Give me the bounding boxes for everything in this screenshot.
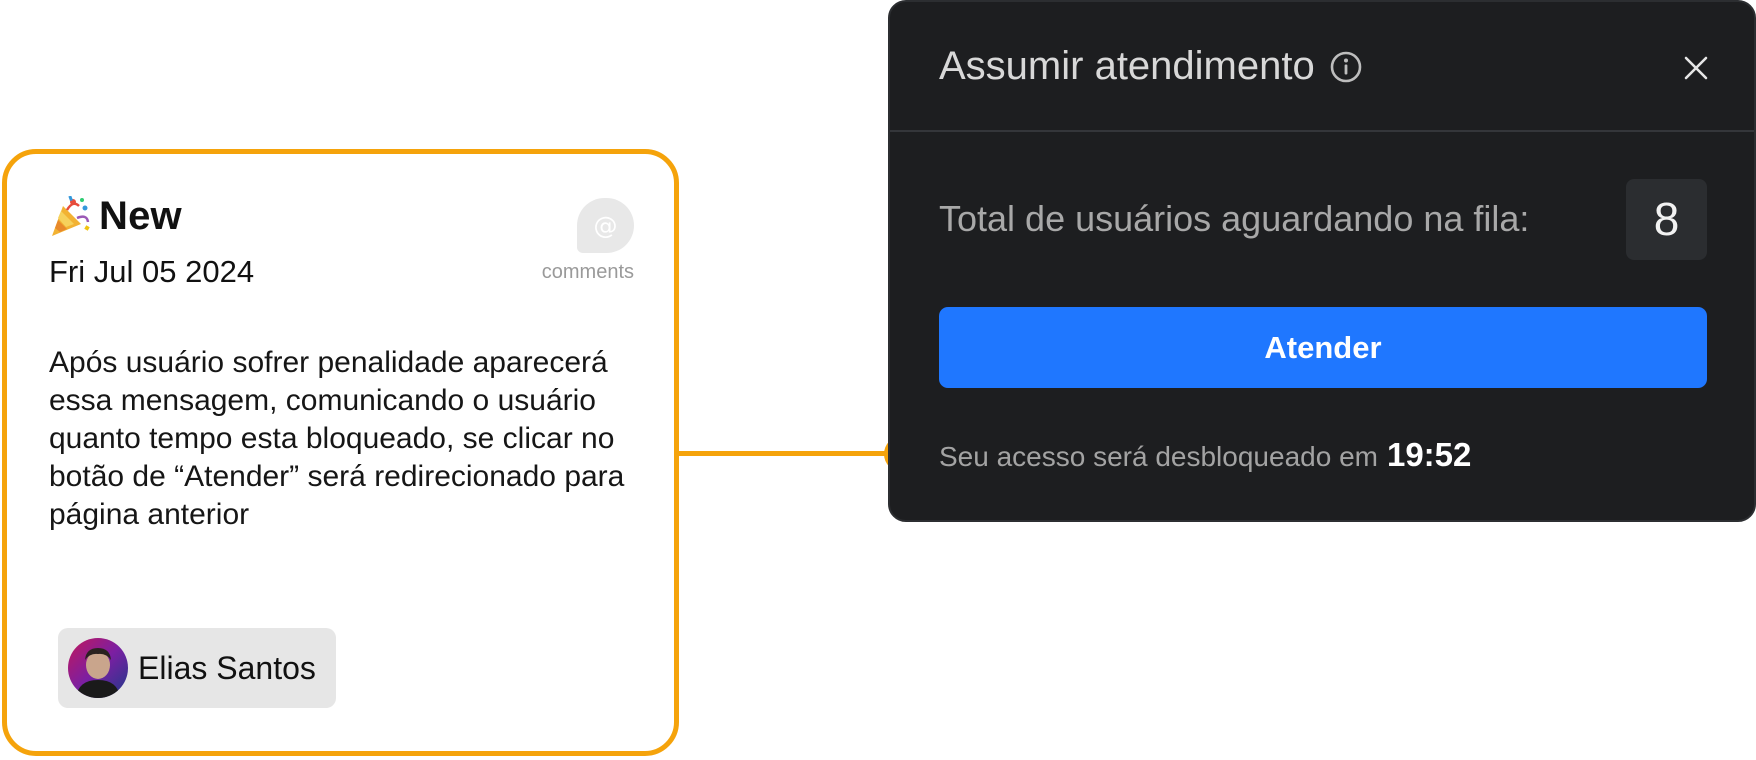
comments-widget[interactable]: @ comments (534, 198, 634, 284)
at-sign-glyph: @ (593, 211, 618, 240)
dialog-title-text: Assumir atendimento (939, 44, 1315, 88)
comments-label: comments (541, 261, 634, 283)
comment-bubble-icon[interactable]: @ (577, 198, 634, 253)
assumir-atendimento-dialog: Assumir atendimento Total de usuários ag… (888, 0, 1756, 522)
info-icon[interactable] (1329, 50, 1363, 84)
author-chip[interactable]: Elias Santos (58, 628, 336, 708)
dialog-header: Assumir atendimento (890, 2, 1754, 132)
author-name: Elias Santos (138, 649, 316, 686)
atender-button[interactable]: Atender (939, 307, 1707, 388)
user-avatar-icon (68, 638, 128, 698)
dialog-title: Assumir atendimento (939, 44, 1363, 89)
canvas: New Fri Jul 05 2024 @ comments Após usuá… (0, 0, 1756, 760)
connector-line (679, 451, 901, 456)
queue-label: Total de usuários aguardando na fila: (939, 198, 1530, 239)
note-title: New (99, 194, 182, 238)
unlock-message: Seu acesso será desbloqueado em 19:52 (939, 436, 1471, 474)
close-icon (1684, 56, 1708, 80)
queue-info-row: Total de usuários aguardando na fila: 8 (939, 178, 1707, 260)
note-date: Fri Jul 05 2024 (49, 254, 255, 289)
party-popper-icon (52, 195, 90, 236)
queue-count-badge: 8 (1626, 178, 1707, 260)
close-button[interactable] (1674, 46, 1718, 90)
annotation-card: New Fri Jul 05 2024 @ comments Após usuá… (2, 149, 679, 756)
unlock-prefix: Seu acesso será desbloqueado em (939, 441, 1378, 472)
note-body: Após usuário sofrer penalidade aparecerá… (49, 346, 625, 531)
note-header: New (49, 194, 182, 239)
unlock-countdown: 19:52 (1386, 436, 1472, 473)
